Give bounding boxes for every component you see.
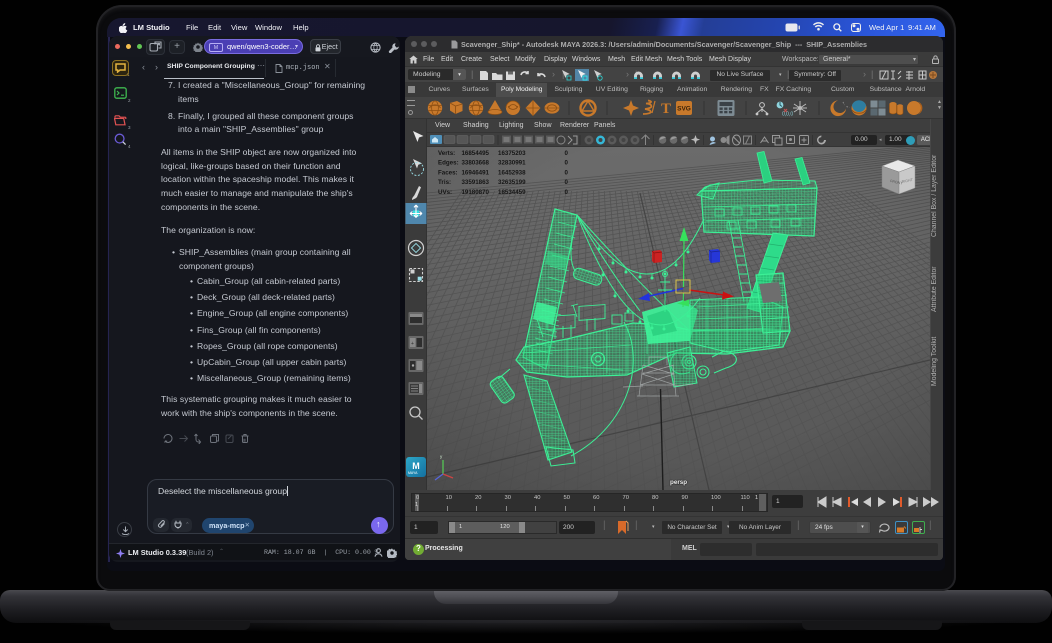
svg-text:Tris:: Tris: (438, 179, 451, 186)
svg-text:32830991: 32830991 (498, 160, 526, 167)
svg-text:33591863: 33591863 (461, 179, 489, 186)
svg-text:+: + (411, 341, 414, 347)
svg-text:16946491: 16946491 (461, 169, 489, 176)
svg-text:16854495: 16854495 (461, 150, 489, 157)
svg-text:33803668: 33803668 (461, 160, 489, 167)
svg-text:16452938: 16452938 (498, 169, 526, 176)
svg-text:0: 0 (565, 160, 569, 167)
svg-text:0: 0 (565, 179, 569, 186)
svg-text:0: 0 (565, 189, 569, 196)
svg-text:18534459: 18534459 (498, 189, 526, 196)
svg-text:UVs:: UVs: (438, 189, 452, 196)
svg-text:Verts:: Verts: (438, 150, 455, 157)
svg-text:Edges:: Edges: (438, 160, 459, 167)
svg-text:19180870: 19180870 (461, 189, 489, 196)
svg-text:SVG: SVG (677, 106, 691, 113)
svg-text:0,0,0: 0,0,0 (782, 112, 793, 118)
svg-text:T: T (661, 101, 671, 117)
svg-text:0: 0 (565, 150, 569, 157)
svg-text:persp: persp (670, 479, 687, 486)
svg-text:0: 0 (565, 169, 569, 176)
svg-text:16375203: 16375203 (498, 150, 526, 157)
svg-text:32635199: 32635199 (498, 179, 526, 186)
svg-text:Faces:: Faces: (438, 169, 458, 176)
